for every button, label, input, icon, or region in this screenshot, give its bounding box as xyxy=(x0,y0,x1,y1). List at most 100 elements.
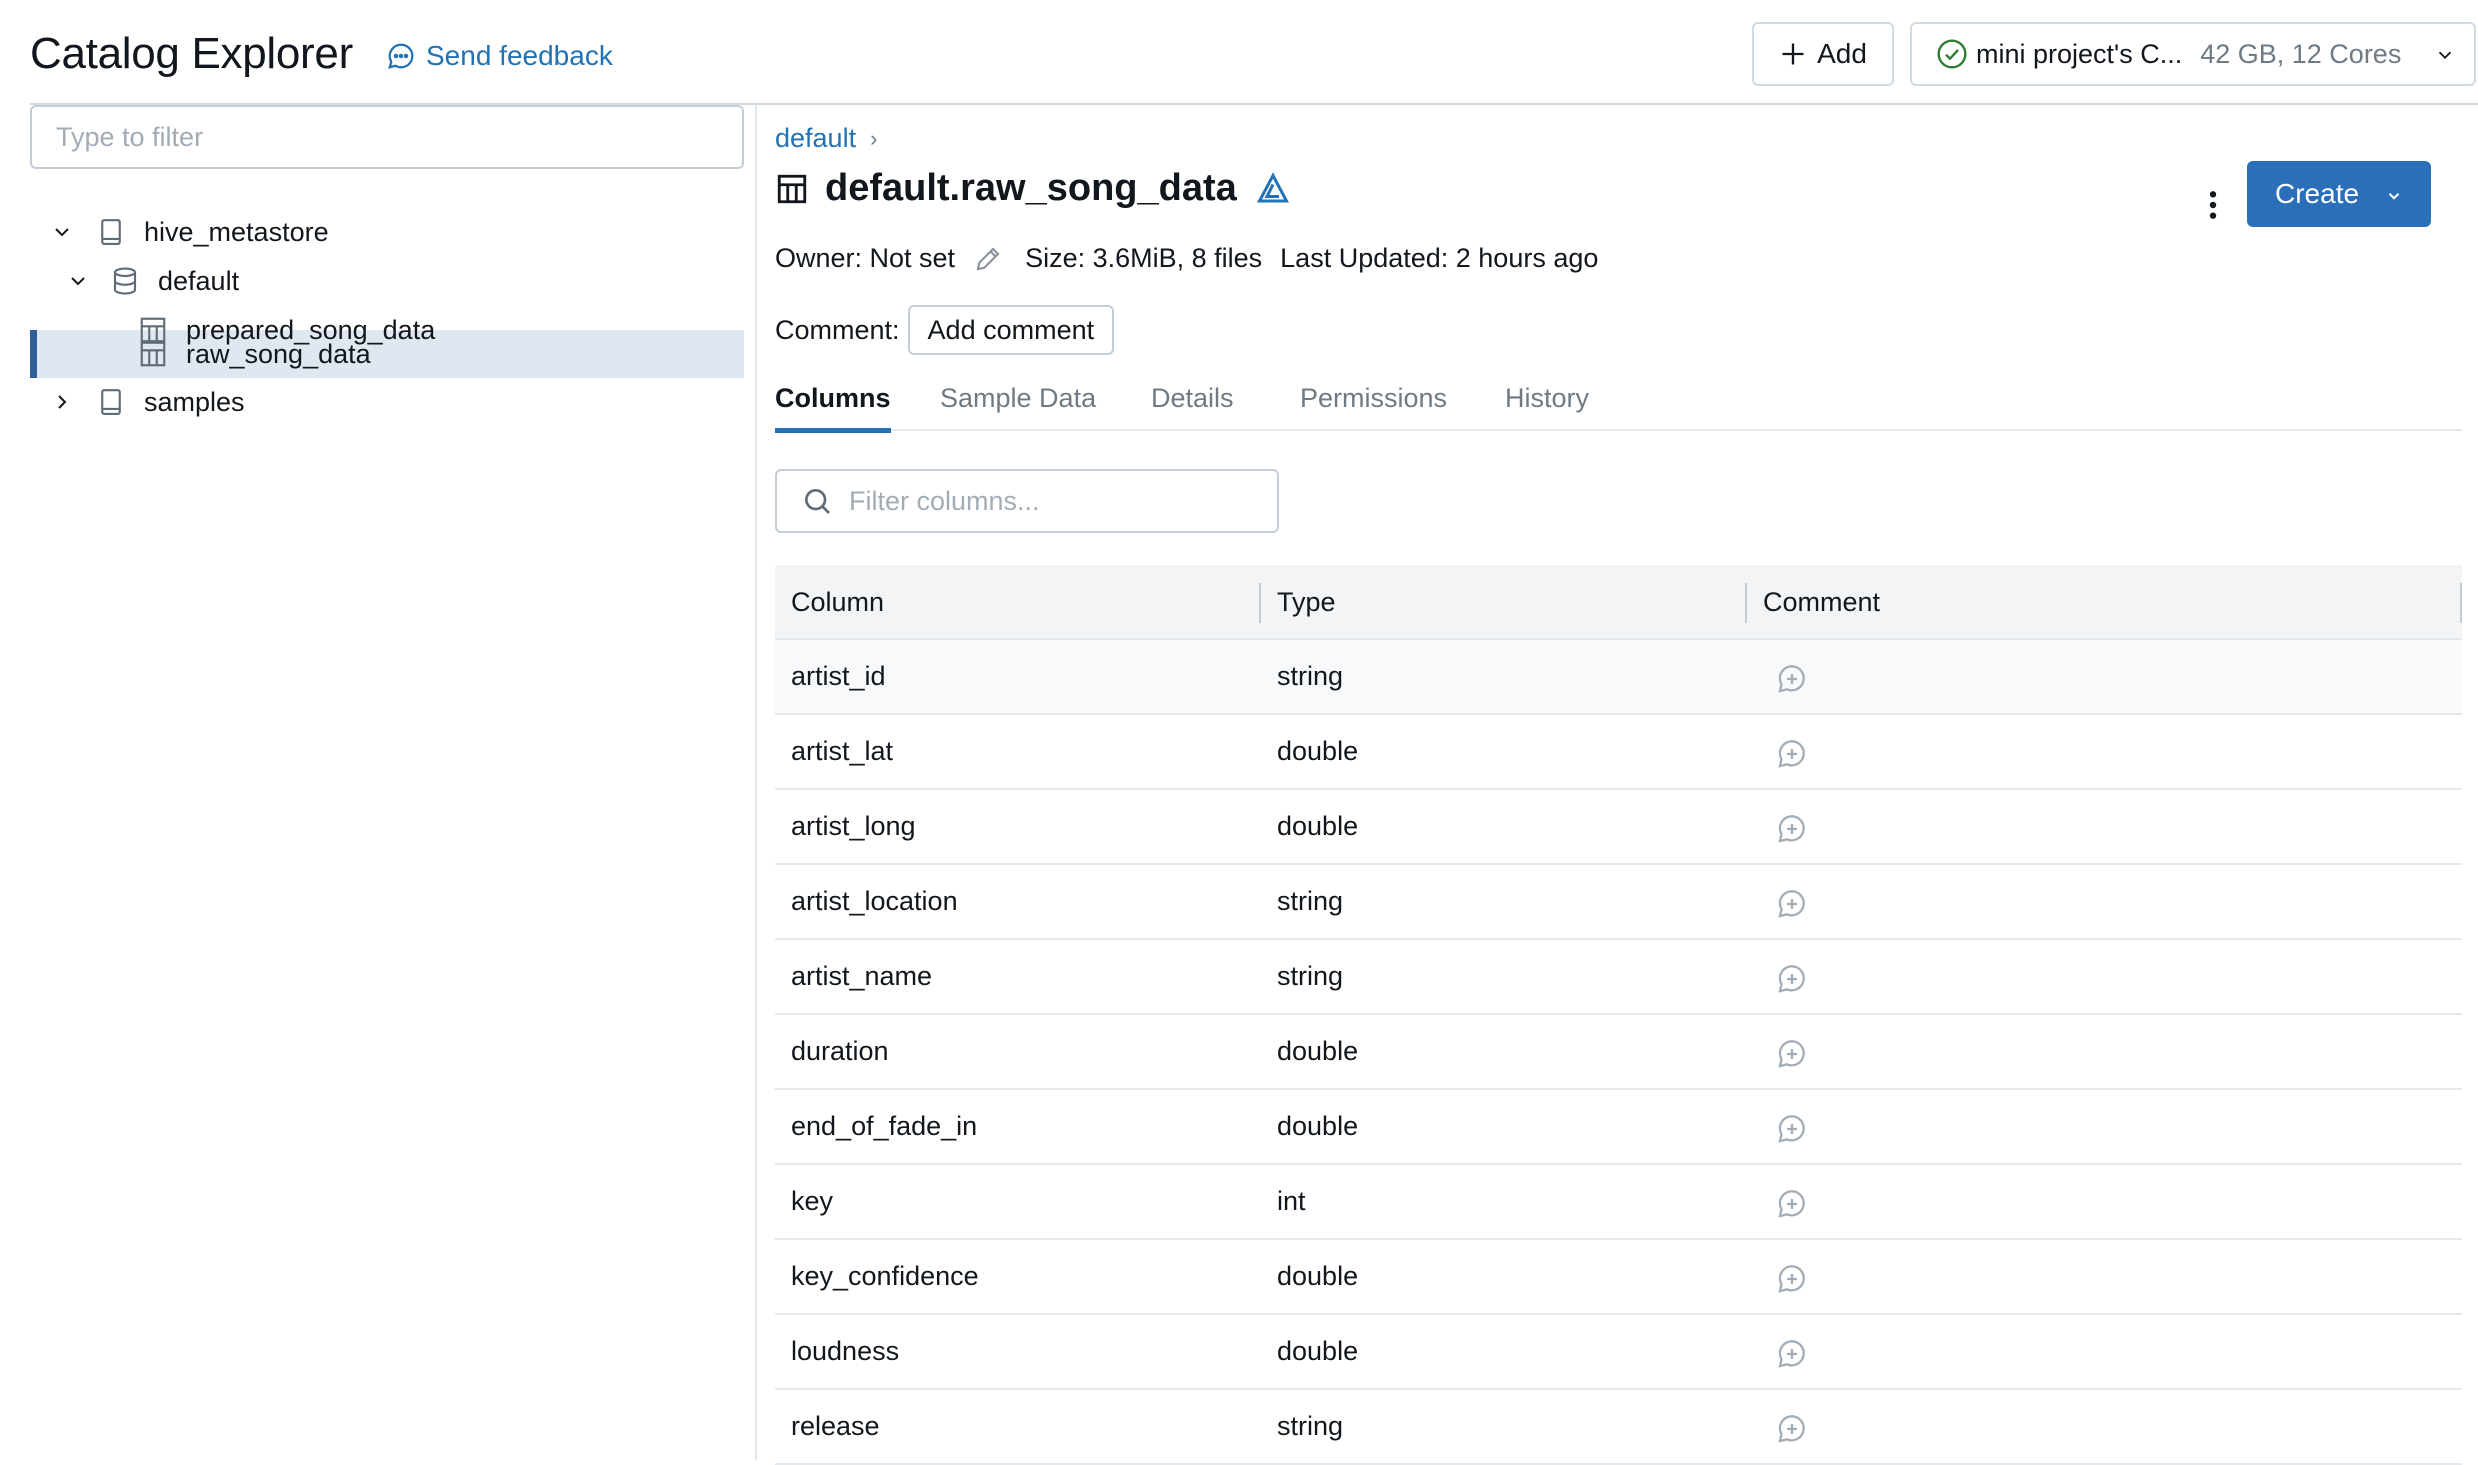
top-header: Catalog Explorer Send feedback Add mini … xyxy=(0,0,2478,105)
table-title: default.raw_song_data xyxy=(775,167,1291,210)
send-feedback-label: Send feedback xyxy=(426,40,613,71)
last-updated-text: Last Updated: 2 hours ago xyxy=(1280,243,1599,273)
delta-icon xyxy=(1256,171,1289,202)
breadcrumb-default[interactable]: default xyxy=(775,123,856,154)
tab-details[interactable]: Details xyxy=(1151,375,1234,431)
catalog-sidebar: hive_metastore default prepared_song_dat… xyxy=(0,105,757,1460)
add-comment-icon[interactable] xyxy=(1775,1037,1809,1071)
table-icon xyxy=(777,174,807,203)
add-comment-icon[interactable] xyxy=(1775,1337,1809,1371)
table-icon xyxy=(140,341,166,367)
create-button[interactable]: Create xyxy=(2247,161,2431,227)
size-text: Size: 3.6MiB, 8 files xyxy=(1025,243,1263,273)
chevron-down-icon xyxy=(2388,193,2400,200)
column-type-cell: string xyxy=(1277,961,1344,991)
column-type-cell: int xyxy=(1277,1186,1306,1216)
tree-item-hive-metastore[interactable]: hive_metastore xyxy=(50,208,329,256)
chevron-right-icon: › xyxy=(870,125,878,151)
add-button[interactable]: Add xyxy=(1752,22,1894,86)
table-row: artist_lat double xyxy=(775,715,2462,790)
column-name-cell: artist_id xyxy=(791,661,886,691)
cluster-name: mini project's C... xyxy=(1976,38,2183,69)
header-type[interactable]: Type xyxy=(1277,565,1336,640)
column-name-cell: artist_lat xyxy=(791,736,894,766)
column-name-cell: artist_long xyxy=(791,811,916,841)
column-type-cell: double xyxy=(1277,1111,1359,1141)
table-detail-panel: default › default.raw_song_data Create O… xyxy=(759,105,2478,1465)
column-name-cell: loudness xyxy=(791,1336,900,1366)
send-feedback-link[interactable]: Send feedback xyxy=(386,36,613,76)
column-filter[interactable] xyxy=(775,469,1279,533)
column-type-cell: string xyxy=(1277,661,1344,691)
column-name-cell: key_confidence xyxy=(791,1261,979,1291)
page-title: Catalog Explorer xyxy=(30,29,353,78)
column-name-cell: end_of_fade_in xyxy=(791,1111,978,1141)
tree-filter-input[interactable] xyxy=(30,105,744,169)
comment-row: Comment: Add comment xyxy=(775,305,1115,355)
check-circle-icon xyxy=(1937,39,1967,69)
add-comment-button[interactable]: Add comment xyxy=(907,305,1115,355)
add-comment-icon[interactable] xyxy=(1775,1262,1809,1296)
column-name-cell: duration xyxy=(791,1036,889,1066)
chat-bubble-icon xyxy=(388,43,414,69)
table-row: release string xyxy=(775,1390,2462,1465)
add-comment-icon[interactable] xyxy=(1775,662,1809,696)
table-row: loudness double xyxy=(775,1315,2462,1390)
breadcrumb[interactable]: default › xyxy=(775,123,877,154)
table-row: artist_long double xyxy=(775,790,2462,865)
column-type-cell: double xyxy=(1277,736,1359,766)
add-comment-icon[interactable] xyxy=(1775,1112,1809,1146)
table-title-text: default.raw_song_data xyxy=(825,167,1237,209)
catalog-book-icon xyxy=(101,219,121,245)
tab-sample-data[interactable]: Sample Data xyxy=(940,375,1096,431)
tab-permissions[interactable]: Permissions xyxy=(1300,375,1447,431)
database-icon xyxy=(113,267,137,295)
tab-history[interactable]: History xyxy=(1505,375,1589,431)
column-name-cell: release xyxy=(791,1411,880,1441)
plus-icon xyxy=(1782,43,1804,65)
table-row: key_confidence double xyxy=(775,1240,2462,1315)
tab-active-underline xyxy=(775,428,891,433)
tree-item-default[interactable]: default xyxy=(66,257,239,305)
search-icon xyxy=(805,489,830,514)
tab-columns[interactable]: Columns xyxy=(775,375,891,433)
cluster-selector[interactable]: mini project's C... 42 GB, 12 Cores xyxy=(1910,22,2476,86)
table-row: artist_id string xyxy=(775,640,2462,715)
add-comment-icon[interactable] xyxy=(1775,737,1809,771)
column-resize-handle[interactable] xyxy=(1259,583,1261,623)
add-comment-icon[interactable] xyxy=(1775,1187,1809,1221)
chevron-down-icon[interactable] xyxy=(50,220,74,244)
column-type-cell: double xyxy=(1277,1336,1359,1366)
columns-table: Column Type Comment artist_id string artis… xyxy=(775,565,2462,1465)
add-comment-icon[interactable] xyxy=(1775,812,1809,846)
filter-columns-input[interactable] xyxy=(847,484,1267,518)
chevron-down-icon xyxy=(2438,51,2452,60)
column-resize-handle[interactable] xyxy=(1745,583,1747,623)
pencil-edit-icon[interactable] xyxy=(973,244,1003,274)
table-row: duration double xyxy=(775,1015,2462,1090)
comment-label: Comment: xyxy=(775,314,900,345)
add-comment-icon[interactable] xyxy=(1775,962,1809,996)
column-type-cell: string xyxy=(1277,1411,1344,1441)
table-metadata: Owner: Not set Size: 3.6MiB, 8 files Las… xyxy=(775,243,1598,274)
table-row: artist_location string xyxy=(775,865,2462,940)
tree-item-samples[interactable]: samples xyxy=(50,378,245,426)
add-comment-icon[interactable] xyxy=(1775,887,1809,921)
column-type-cell: double xyxy=(1277,811,1359,841)
table-body: artist_id string artist_lat double artist_lo… xyxy=(775,640,2462,1465)
detail-tabs: Columns Sample Data Details Permissions … xyxy=(775,375,2462,433)
chevron-right-icon[interactable] xyxy=(50,390,74,414)
column-name-cell: key xyxy=(791,1186,834,1216)
tree-item-label: default xyxy=(158,265,240,296)
column-resize-handle[interactable] xyxy=(2460,583,2462,623)
add-comment-icon[interactable] xyxy=(1775,1412,1809,1446)
owner-text: Owner: Not set xyxy=(775,243,956,273)
tree-item-label: raw_song_data xyxy=(186,338,371,369)
tree-item-label: hive_metastore xyxy=(144,216,329,247)
more-options-button[interactable] xyxy=(2195,175,2231,235)
chevron-down-icon[interactable] xyxy=(66,269,90,293)
tree-item-raw-song-data[interactable]: raw_song_data xyxy=(138,330,371,378)
table-row: key int xyxy=(775,1165,2462,1240)
header-comment[interactable]: Comment xyxy=(1763,565,1880,640)
header-column[interactable]: Column xyxy=(791,565,884,640)
